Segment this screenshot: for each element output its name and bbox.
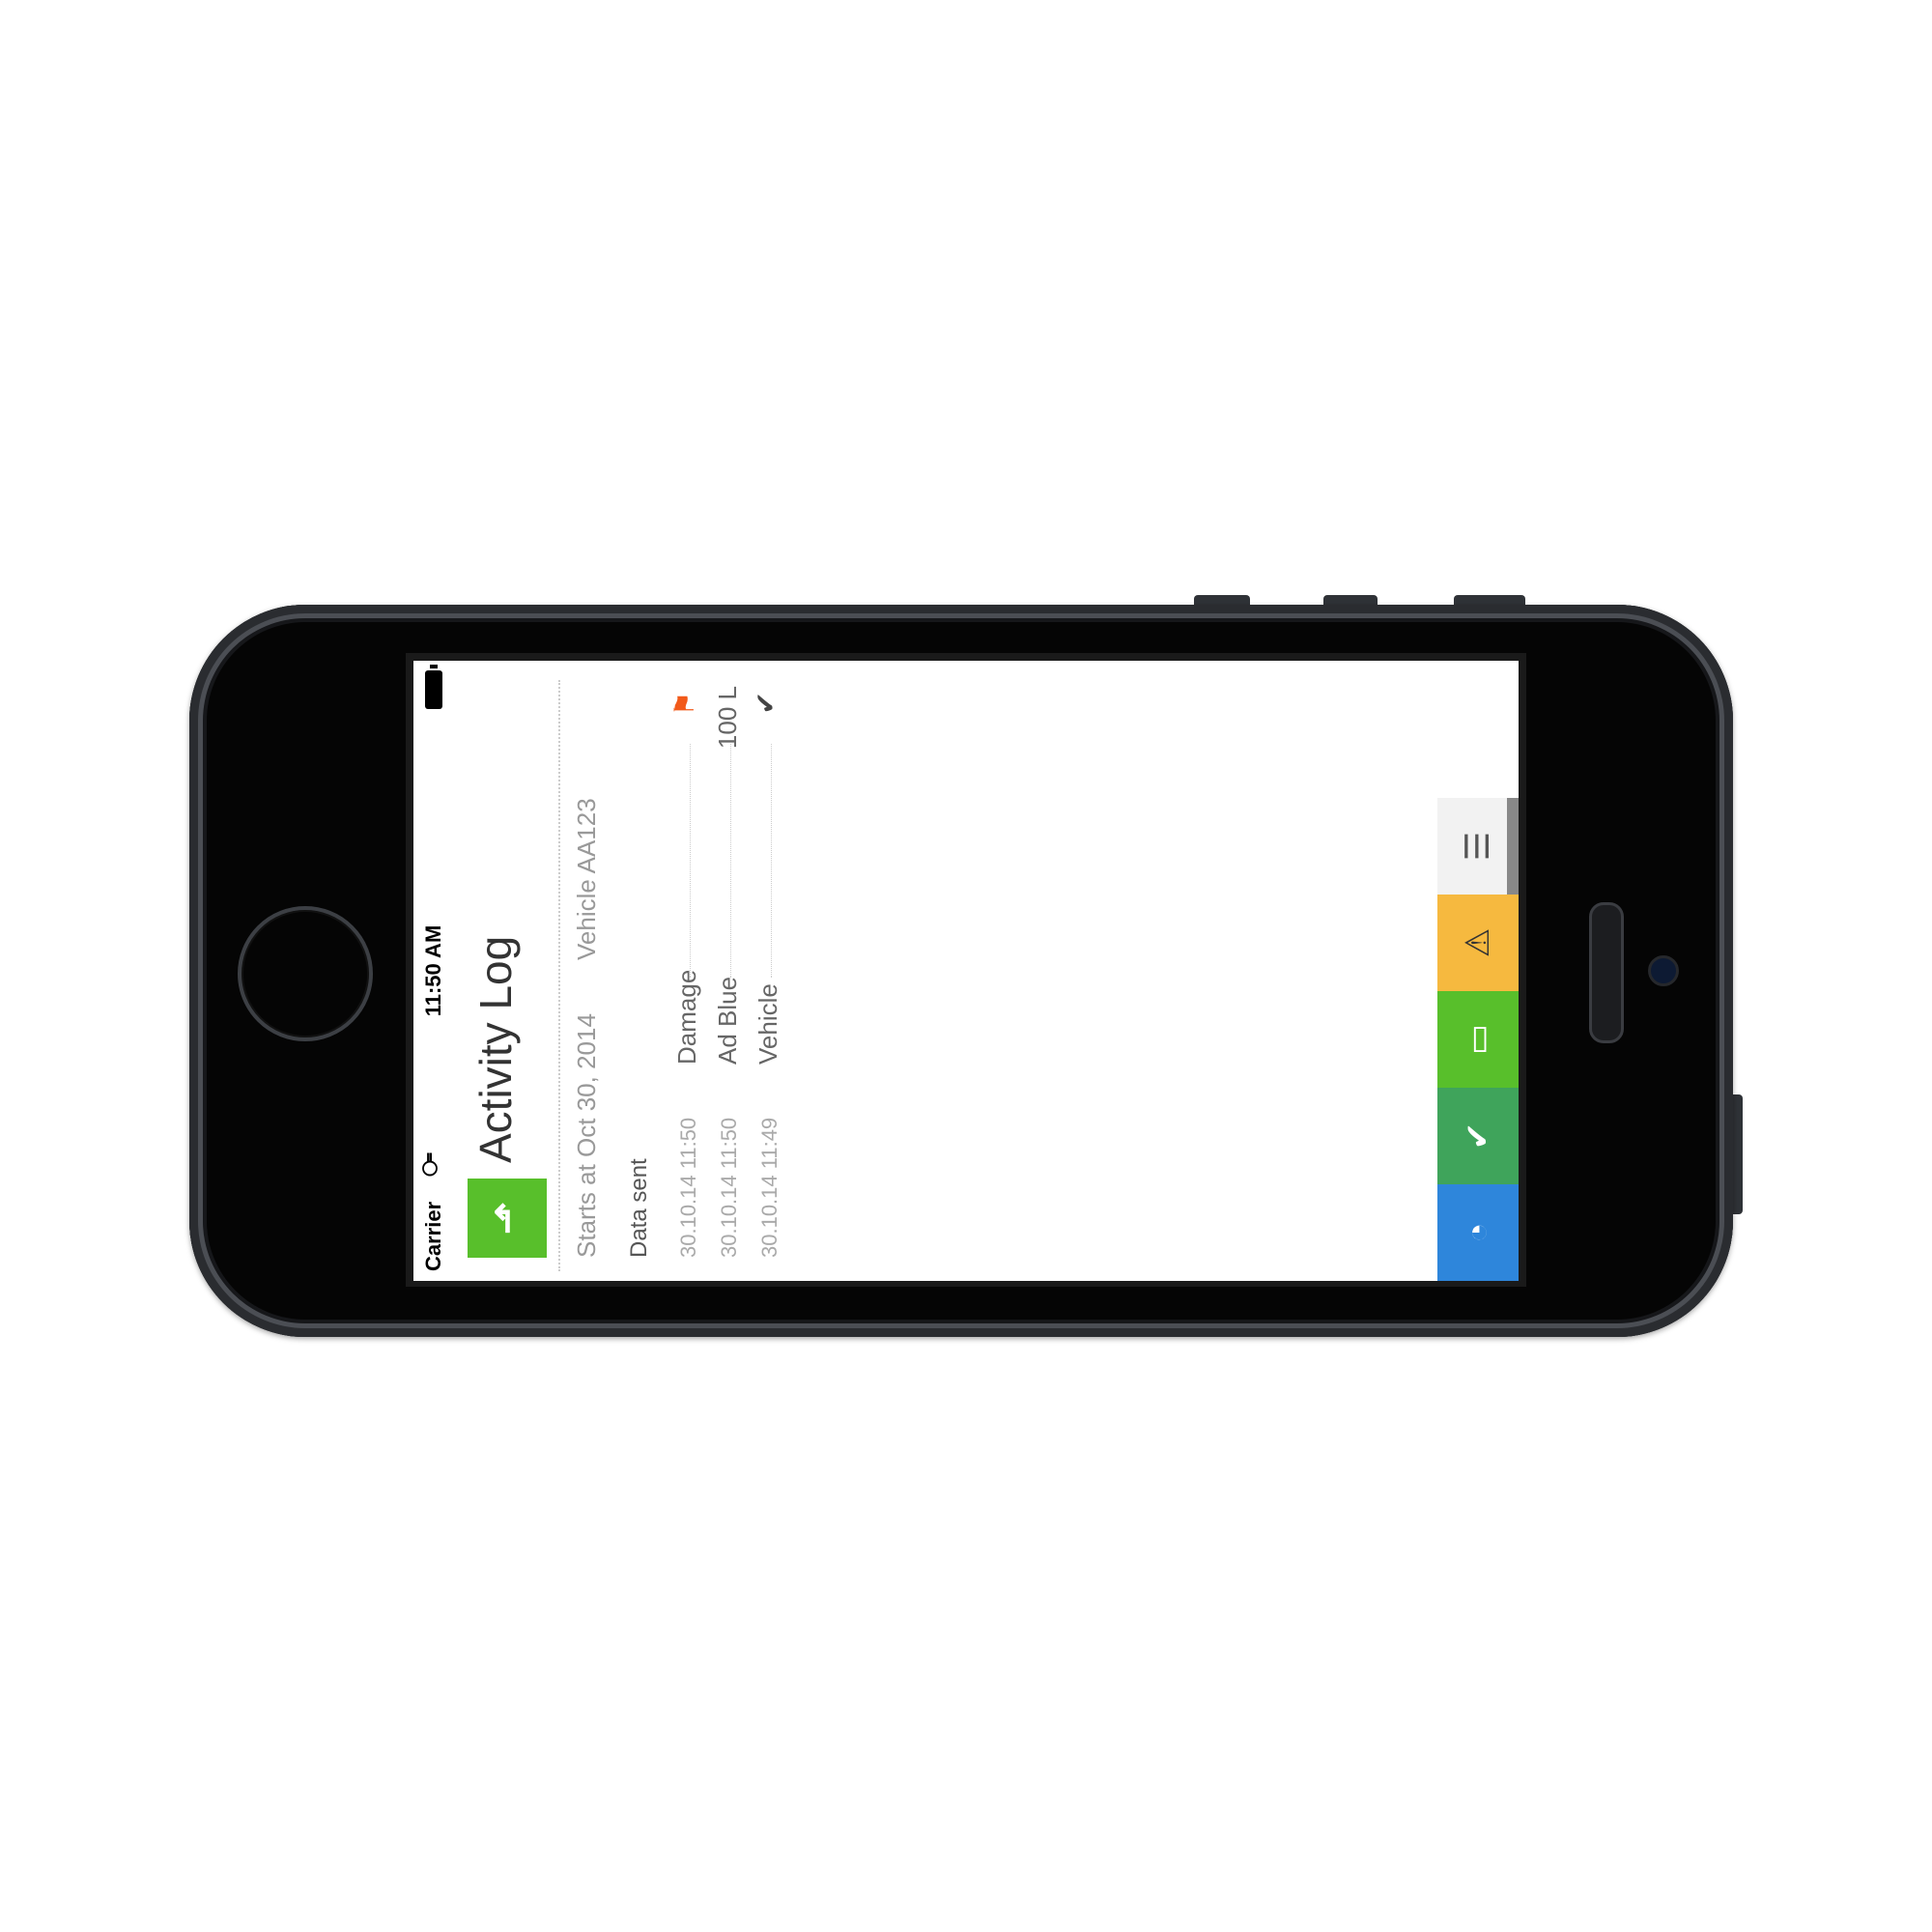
power-button (1733, 1094, 1743, 1214)
bottom-nav: ◔ ✔ ▭ ⚠ ☰ (1437, 661, 1519, 1281)
entry-value: 100 L (713, 686, 742, 750)
mute-switch (1454, 595, 1525, 605)
speedometer-icon[interactable]: ◔ (1437, 1184, 1519, 1281)
fuel-card-icon[interactable]: ▭ (1437, 991, 1519, 1088)
entry-time: 30.10.14 11:50 (717, 1117, 741, 1258)
app-viewport: .pt * { box-sizing:border-box; } .status… (413, 661, 1519, 1281)
activity-badge: ⬏ (468, 1179, 547, 1258)
clock: 11:50 AM (421, 924, 445, 1017)
menu-icon[interactable]: ☰ (1437, 798, 1519, 895)
entry-label: Ad Blue (713, 976, 742, 1065)
warning-icon[interactable]: ⚠ (1437, 895, 1519, 991)
leader-dots (690, 744, 691, 978)
leader-dots (730, 744, 731, 978)
turn-arrow-icon: ⬏ (486, 1202, 528, 1235)
status-bar: Carrier ⧃ 11:50 AM (413, 661, 452, 1281)
start-time: Starts at Oct 30, 2014 (572, 1013, 601, 1258)
check-icon: ✔ (751, 692, 781, 715)
entry-time: 30.10.14 11:50 (676, 1117, 700, 1258)
front-camera (1648, 955, 1679, 986)
entry-time: 30.10.14 11:49 (757, 1117, 781, 1258)
battery-icon (425, 670, 442, 709)
volume-down-button (1323, 595, 1378, 605)
leader-dots (771, 744, 772, 978)
section-title: Data sent (626, 1158, 652, 1258)
vehicle-id: Vehicle AA123 (572, 798, 601, 960)
header-divider (558, 680, 560, 1271)
list-item[interactable]: 30.10.14 11:49 Vehicle ✔ (748, 686, 788, 1258)
page-title: Activity Log (470, 935, 521, 1163)
entry-label: Damage (672, 969, 701, 1065)
earpiece-speaker (1589, 902, 1624, 1043)
list-item[interactable]: 30.10.14 11:50 Damage ⚑ (667, 686, 707, 1258)
activity-header: ⬏ Activity Log Starts at Oct 30, 2014 Ve… (452, 661, 645, 1281)
flag-icon: ⚑ (669, 692, 699, 717)
entry-label: Vehicle (753, 983, 782, 1065)
home-button (238, 906, 373, 1041)
volume-up-button (1194, 595, 1250, 605)
check-icon[interactable]: ✔ (1437, 1088, 1519, 1184)
list-item[interactable]: 30.10.14 11:50 Ad Blue 100 L (707, 686, 748, 1258)
